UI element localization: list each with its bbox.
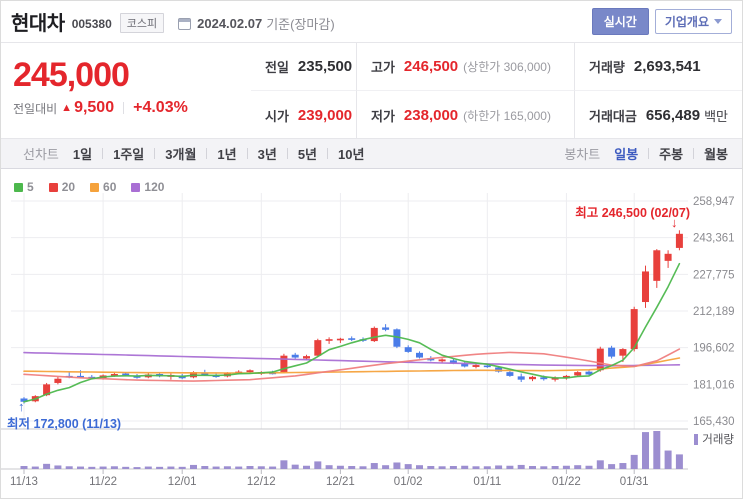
candle-chart-group: 봉차트 일봉 주봉 월봉	[564, 144, 728, 163]
period-label: 선차트	[23, 147, 59, 162]
market-badge: 코스피	[119, 13, 165, 33]
ma-legend-item-20: 20	[48, 180, 75, 194]
line-chart-group: 선차트 1일 1주일 3개월 1년 3년 5년 10년	[23, 144, 364, 163]
day-low-value: 238,000	[403, 106, 459, 124]
svg-text:11/22: 11/22	[89, 476, 117, 488]
svg-text:01/11: 01/11	[473, 476, 501, 488]
svg-text:212,189: 212,189	[693, 306, 735, 318]
quote-table: 전일 235,500 고가 246,500 (상한가 306,000) 거래량 …	[251, 43, 742, 139]
high-arrow-icon: ↓	[671, 215, 678, 230]
prev-close-label: 전일	[265, 60, 289, 75]
period-item-3[interactable]: 1년	[217, 144, 236, 163]
svg-text:01/22: 01/22	[552, 476, 581, 488]
period-item-0[interactable]: 1일	[73, 144, 92, 163]
chevron-down-icon	[714, 19, 722, 24]
chart-period-nav: 선차트 1일 1주일 3개월 1년 3년 5년 10년 봉차트 일봉 주봉 월봉	[1, 139, 742, 169]
day-low-cell: 저가 238,000 (하한가 165,000)	[356, 91, 574, 139]
svg-text:12/01: 12/01	[168, 476, 197, 488]
quote-summary: 245,000 전일대비 ▲ 9,500 +4.03% 전일 235,500 고…	[1, 43, 742, 139]
prev-close-cell: 전일 235,500	[251, 43, 356, 91]
quote-date: 2024.02.07	[197, 15, 263, 31]
ma-legend-item-60: 60	[90, 180, 116, 194]
svg-text:12/12: 12/12	[247, 476, 276, 488]
day-high-label: 고가	[371, 60, 395, 75]
current-price-block: 245,000 전일대비 ▲ 9,500 +4.03%	[1, 43, 251, 138]
volume-legend: 거래량	[694, 431, 734, 447]
svg-text:181,016: 181,016	[693, 379, 735, 391]
day-open-label: 시가	[265, 108, 289, 124]
ma-legend-item-5: 5	[14, 180, 34, 194]
svg-text:12/21: 12/21	[326, 476, 355, 488]
svg-text:165,430: 165,430	[693, 416, 735, 428]
calendar-icon	[178, 17, 192, 30]
stock-code: 005380	[71, 16, 112, 31]
change-value: 9,500	[74, 99, 115, 116]
low-annotation: 최저 172,800 (11/13)	[7, 417, 122, 431]
price-change: 전일대비 ▲ 9,500 +4.03%	[13, 99, 251, 117]
day-high-value: 246,500	[403, 58, 459, 75]
low-arrow-icon: ↑	[18, 399, 25, 414]
svg-text:258,947: 258,947	[693, 196, 735, 208]
svg-text:243,361: 243,361	[693, 233, 735, 245]
candle-type-item-2[interactable]: 월봉	[704, 144, 728, 163]
lower-limit: (하한가 165,000)	[463, 108, 551, 123]
candle-type-item-1[interactable]: 주봉	[659, 144, 683, 163]
change-label: 전일대비	[13, 101, 58, 116]
period-item-4[interactable]: 3년	[258, 144, 277, 163]
candle-type-item-0[interactable]: 일봉	[614, 144, 638, 163]
day-low-label: 저가	[371, 108, 395, 124]
trade-amount-value: 656,489	[645, 106, 701, 124]
stock-name: 현대차	[11, 13, 65, 35]
period-item-6[interactable]: 10년	[338, 144, 364, 163]
period-item-5[interactable]: 5년	[298, 144, 317, 163]
header: 현대차 005380 코스피 2024.02.07 기준(장마감) 실시간 기업…	[1, 1, 742, 43]
svg-text:196,602: 196,602	[693, 343, 735, 355]
period-item-1[interactable]: 1주일	[113, 144, 144, 163]
quote-date-suffix: 기준(장마감)	[266, 16, 335, 32]
current-price: 245,000	[13, 56, 130, 94]
company-overview-label: 기업개요	[664, 15, 709, 29]
trade-amount-label: 거래대금	[589, 108, 637, 124]
volume-label: 거래량	[589, 60, 625, 75]
day-open-cell: 시가 239,000	[251, 91, 356, 139]
stock-page: 현대차 005380 코스피 2024.02.07 기준(장마감) 실시간 기업…	[0, 0, 743, 499]
day-open-value: 239,000	[297, 106, 353, 124]
trade-amount-cell: 거래대금 656,489 백만	[574, 91, 742, 139]
company-overview-button[interactable]: 기업개요	[654, 9, 732, 34]
svg-text:11/13: 11/13	[10, 476, 38, 488]
ma-legend-item-120: 120	[131, 180, 164, 194]
svg-text:01/31: 01/31	[620, 476, 649, 488]
trade-amount-unit: 백만	[704, 108, 728, 124]
upper-limit: (상한가 306,000)	[463, 60, 551, 74]
period-item-2[interactable]: 3개월	[165, 144, 196, 163]
volume-value: 2,693,541	[633, 58, 701, 75]
volume-cell: 거래량 2,693,541	[574, 43, 742, 91]
svg-text:01/02: 01/02	[394, 476, 423, 488]
prev-close-value: 235,500	[297, 58, 353, 75]
candle-type-label: 봉차트	[564, 147, 601, 162]
volume-bar-icon	[694, 433, 699, 445]
day-high-cell: 고가 246,500 (상한가 306,000)	[356, 43, 574, 91]
svg-text:227,775: 227,775	[693, 269, 735, 281]
change-percent: +4.03%	[133, 99, 188, 116]
up-triangle-icon: ▲	[61, 102, 73, 114]
price-chart: 5 20 60 120 258,947 243,361 227,775 212,189 196…	[1, 169, 742, 498]
realtime-button[interactable]: 실시간	[591, 8, 649, 35]
ma-legend: 5 20 60 120	[14, 180, 164, 194]
